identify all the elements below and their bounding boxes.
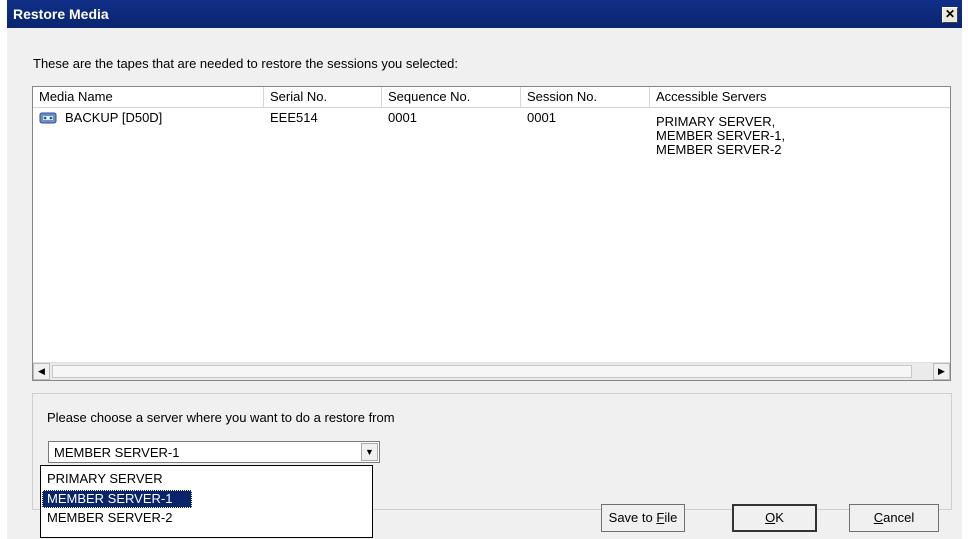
scroll-thumb[interactable] bbox=[52, 365, 912, 378]
table-row[interactable]: BACKUP [D50D] EEE514 0001 0001 PRIMARY S… bbox=[33, 109, 950, 169]
dialog-title: Restore Media bbox=[13, 6, 109, 22]
close-button[interactable]: ✕ bbox=[942, 7, 958, 23]
session-no-cell: 0001 bbox=[527, 110, 556, 125]
save-to-file-button[interactable]: Save to File bbox=[601, 504, 685, 532]
column-sequence-no[interactable]: Sequence No. bbox=[382, 87, 521, 107]
column-accessible-servers[interactable]: Accessible Servers bbox=[650, 87, 950, 107]
accessible-server-line: MEMBER SERVER-1, bbox=[656, 128, 786, 143]
dropdown-option[interactable]: MEMBER SERVER-2 bbox=[42, 509, 370, 527]
column-serial-no[interactable]: Serial No. bbox=[264, 87, 382, 107]
server-select-value: MEMBER SERVER-1 bbox=[54, 445, 180, 460]
serial-no-cell: EEE514 bbox=[270, 110, 318, 125]
sequence-no-cell: 0001 bbox=[388, 110, 417, 125]
column-session-no[interactable]: Session No. bbox=[521, 87, 650, 107]
cancel-label-accel: C bbox=[873, 510, 884, 525]
server-select[interactable]: MEMBER SERVER-1 ▼ bbox=[48, 441, 380, 463]
scroll-left-arrow-icon[interactable]: ◀ bbox=[33, 363, 50, 380]
restore-media-dialog: Restore Media ✕ These are the tapes that… bbox=[7, 0, 962, 539]
accessible-server-line: MEMBER SERVER-2 bbox=[656, 142, 782, 157]
tape-icon bbox=[39, 112, 57, 124]
accessible-servers-cell: PRIMARY SERVER, MEMBER SERVER-1, MEMBER … bbox=[650, 115, 785, 157]
media-name-cell: BACKUP [D50D] bbox=[65, 110, 163, 125]
horizontal-scrollbar[interactable]: ◀ ▶ bbox=[33, 362, 950, 380]
column-media-name[interactable]: Media Name bbox=[33, 87, 264, 107]
server-dropdown-list[interactable]: PRIMARY SERVER MEMBER SERVER-1 MEMBER SE… bbox=[40, 465, 373, 538]
dropdown-option-selected[interactable]: MEMBER SERVER-1 bbox=[42, 490, 192, 508]
media-list[interactable]: Media Name Serial No. Sequence No. Sessi… bbox=[32, 86, 951, 381]
server-choice-label: Please choose a server where you want to… bbox=[47, 410, 395, 425]
chevron-down-icon[interactable]: ▼ bbox=[361, 443, 378, 461]
dropdown-option[interactable]: PRIMARY SERVER bbox=[42, 470, 370, 488]
title-bar: Restore Media ✕ bbox=[7, 0, 962, 28]
list-header: Media Name Serial No. Sequence No. Sessi… bbox=[33, 87, 950, 108]
ok-label-suffix: K bbox=[775, 510, 784, 525]
save-label-suffix: ile bbox=[664, 510, 678, 525]
intro-text: These are the tapes that are needed to r… bbox=[33, 56, 458, 71]
ok-label-accel: O bbox=[765, 510, 776, 525]
cancel-button[interactable]: Cancel bbox=[849, 504, 939, 532]
ok-button[interactable]: OK bbox=[732, 504, 817, 532]
cancel-label-suffix: ancel bbox=[883, 510, 915, 525]
dialog-body: These are the tapes that are needed to r… bbox=[7, 28, 962, 539]
accessible-server-line: PRIMARY SERVER, bbox=[656, 114, 776, 129]
scroll-right-arrow-icon[interactable]: ▶ bbox=[933, 363, 950, 380]
save-label-prefix: Save to bbox=[608, 510, 657, 525]
